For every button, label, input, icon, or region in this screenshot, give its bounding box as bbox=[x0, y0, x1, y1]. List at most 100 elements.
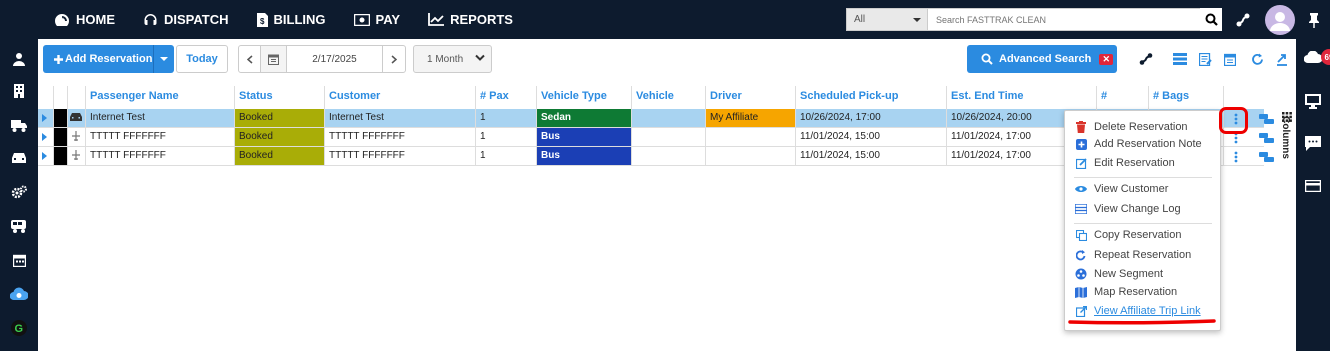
sidebar-item-shuttle[interactable] bbox=[9, 216, 29, 236]
columns-label: Columns bbox=[1279, 116, 1291, 159]
pin-button[interactable] bbox=[1304, 0, 1324, 39]
notes-view-button[interactable] bbox=[1196, 50, 1214, 68]
menu-item-view-customer[interactable]: View Customer bbox=[1074, 181, 1168, 197]
sidebar-item-vehicles[interactable] bbox=[9, 148, 29, 168]
menu-item-repeat[interactable]: Repeat Reservation bbox=[1074, 247, 1191, 263]
left-sidebar: G bbox=[0, 39, 38, 351]
sidebar-item-users[interactable] bbox=[9, 49, 29, 69]
expand-arrow-icon[interactable] bbox=[42, 114, 47, 122]
row-dispatch-button[interactable] bbox=[1257, 129, 1275, 147]
status-badge: Booked bbox=[235, 109, 325, 127]
header-pax[interactable]: # Pax bbox=[476, 86, 537, 109]
trash-icon bbox=[1074, 120, 1088, 134]
advanced-search-button[interactable]: Advanced Search ✕ bbox=[967, 45, 1117, 73]
header-end-time[interactable]: Est. End Time bbox=[947, 86, 1097, 109]
menu-item-new-segment[interactable]: New Segment bbox=[1074, 266, 1163, 282]
add-reservation-main[interactable]: Add Reservation bbox=[43, 45, 153, 73]
menu-item-edit[interactable]: Edit Reservation bbox=[1074, 155, 1175, 171]
search-input[interactable] bbox=[928, 8, 1222, 31]
nav-pay[interactable]: PAY bbox=[353, 12, 400, 27]
redo-icon bbox=[1074, 248, 1088, 262]
search-button[interactable] bbox=[1200, 8, 1222, 31]
building-icon bbox=[14, 84, 24, 98]
expand-cell[interactable] bbox=[38, 128, 54, 146]
header-status[interactable]: Status bbox=[235, 86, 325, 109]
sidebar-item-fleet[interactable] bbox=[9, 115, 29, 135]
menu-item-map[interactable]: Map Reservation bbox=[1074, 284, 1177, 300]
user-icon bbox=[13, 53, 25, 66]
sidebar-item-calendar[interactable] bbox=[9, 250, 29, 270]
range-select[interactable]: 1 Month bbox=[413, 45, 492, 73]
date-input[interactable]: 2/17/2025 bbox=[287, 46, 383, 72]
vehicle-cell bbox=[632, 109, 706, 127]
nav-label: REPORTS bbox=[450, 12, 513, 27]
route-icon bbox=[1139, 53, 1153, 65]
today-button[interactable]: Today bbox=[176, 45, 228, 73]
header-pickup[interactable]: Scheduled Pick-up bbox=[796, 86, 947, 109]
prev-date-button[interactable] bbox=[239, 46, 261, 72]
expand-cell[interactable] bbox=[38, 147, 54, 165]
external-link-icon bbox=[1074, 304, 1088, 318]
header-passenger[interactable]: Passenger Name bbox=[86, 86, 235, 109]
plus-square-icon bbox=[1074, 137, 1088, 151]
row-actions-menu-button[interactable] bbox=[1229, 148, 1243, 166]
row-dispatch-button[interactable] bbox=[1257, 110, 1275, 128]
list-icon bbox=[1074, 202, 1088, 216]
menu-item-affiliate-trip-link[interactable]: View Affiliate Trip Link bbox=[1074, 303, 1201, 319]
columns-panel-toggle[interactable]: Columns bbox=[1280, 108, 1294, 168]
search-scope-select[interactable]: All bbox=[846, 8, 928, 31]
sidebar-item-company[interactable] bbox=[9, 81, 29, 101]
card-button[interactable] bbox=[1303, 176, 1323, 196]
expand-arrow-icon[interactable] bbox=[42, 152, 47, 160]
expand-cell[interactable] bbox=[38, 109, 54, 127]
passenger-cell: TTTTT FFFFFFF bbox=[86, 147, 235, 165]
route-view-button[interactable] bbox=[1137, 50, 1155, 68]
date-navigator: 2/17/2025 bbox=[238, 45, 406, 73]
header-bags[interactable]: # Bags bbox=[1149, 86, 1224, 109]
add-reservation-dropdown[interactable] bbox=[153, 45, 174, 73]
vehicle-cell bbox=[632, 147, 706, 165]
nav-dispatch[interactable]: DISPATCH bbox=[143, 12, 229, 27]
add-reservation-button[interactable]: Add Reservation bbox=[43, 45, 174, 73]
header-vehicle-type[interactable]: Vehicle Type bbox=[537, 86, 632, 109]
right-sidebar: 69 bbox=[1296, 39, 1330, 351]
header-driver[interactable]: Driver bbox=[706, 86, 796, 109]
menu-item-add-note[interactable]: Add Reservation Note bbox=[1074, 136, 1202, 152]
menu-item-delete[interactable]: Delete Reservation bbox=[1074, 119, 1188, 135]
nav-reports[interactable]: REPORTS bbox=[428, 12, 513, 27]
chat-button[interactable] bbox=[1303, 133, 1323, 153]
monitor-button[interactable] bbox=[1303, 91, 1323, 111]
search-icon bbox=[1205, 13, 1218, 26]
caret-down-icon bbox=[160, 57, 168, 61]
nav-billing[interactable]: $ BILLING bbox=[256, 12, 326, 27]
expand-arrow-icon[interactable] bbox=[42, 133, 47, 141]
dispatch-toggle-button[interactable] bbox=[1232, 0, 1254, 39]
eye-icon bbox=[1074, 182, 1088, 196]
header-vehicle[interactable]: Vehicle bbox=[632, 86, 706, 109]
calendar-view-button[interactable] bbox=[1221, 50, 1239, 68]
header-num[interactable]: # bbox=[1097, 86, 1149, 109]
range-value: 1 Month bbox=[427, 54, 464, 65]
color-tag bbox=[54, 147, 68, 165]
refresh-button[interactable] bbox=[1248, 50, 1266, 68]
chat-icon bbox=[1305, 135, 1321, 151]
header-customer[interactable]: Customer bbox=[325, 86, 476, 109]
menu-item-copy[interactable]: Copy Reservation bbox=[1074, 227, 1181, 243]
calendar-button[interactable] bbox=[261, 46, 287, 72]
nav-home[interactable]: HOME bbox=[54, 12, 115, 27]
clear-search-icon[interactable]: ✕ bbox=[1099, 53, 1114, 65]
type-cell bbox=[68, 147, 86, 165]
avatar[interactable] bbox=[1264, 0, 1296, 39]
row-dispatch-button[interactable] bbox=[1257, 148, 1275, 166]
plane-icon bbox=[72, 150, 80, 160]
sidebar-item-settings[interactable] bbox=[9, 182, 29, 202]
next-date-button[interactable] bbox=[383, 46, 405, 72]
sidebar-item-cloud[interactable] bbox=[9, 284, 29, 304]
export-button[interactable] bbox=[1273, 50, 1291, 68]
menu-item-change-log[interactable]: View Change Log bbox=[1074, 201, 1181, 217]
sidebar-item-g-app[interactable]: G bbox=[9, 318, 29, 338]
plane-icon bbox=[72, 131, 80, 141]
list-view-button[interactable] bbox=[1171, 50, 1189, 68]
notifications-button[interactable]: 69 bbox=[1303, 47, 1330, 67]
credit-card-icon bbox=[1305, 180, 1321, 192]
